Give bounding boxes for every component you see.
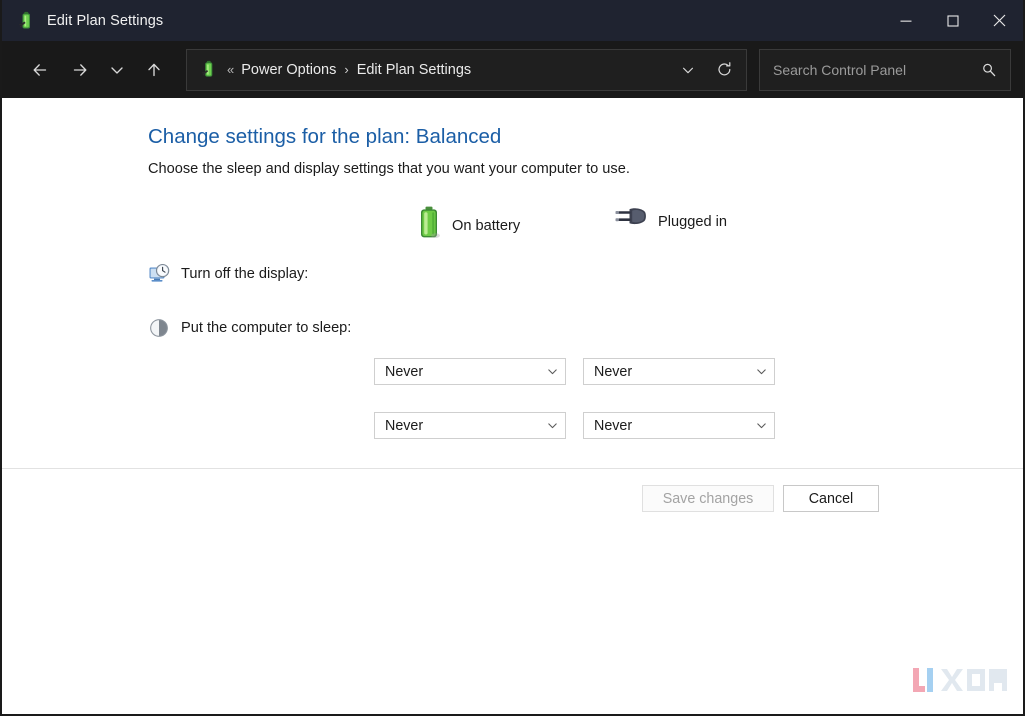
navigation-bar: « Power Options › Edit Plan Settings: [2, 41, 1023, 98]
search-input[interactable]: [773, 62, 974, 78]
turn-off-display-on-battery-dropdown[interactable]: Never: [374, 358, 566, 385]
battery-icon: [416, 206, 442, 245]
refresh-button[interactable]: [706, 51, 742, 89]
arrow-left-icon: [30, 60, 50, 80]
maximize-icon: [947, 15, 959, 27]
display-clock-icon: [148, 263, 170, 285]
breadcrumb-edit-plan-settings[interactable]: Edit Plan Settings: [357, 62, 471, 78]
column-header-label: Plugged in: [658, 214, 727, 230]
column-header-on-battery: On battery: [416, 206, 520, 245]
sleep-moon-icon: [148, 317, 170, 339]
setting-row-put-computer-to-sleep: Put the computer to sleep:: [148, 314, 351, 342]
breadcrumb-power-options[interactable]: Power Options: [241, 62, 336, 78]
footer-bar: Save changes Cancel: [2, 469, 1023, 714]
chevron-right-icon[interactable]: ›: [344, 62, 348, 77]
main-content: Change settings for the plan: Balanced C…: [2, 98, 1023, 468]
dropdown-value: Never: [594, 364, 755, 380]
turn-off-display-plugged-in-dropdown[interactable]: Never: [583, 358, 775, 385]
column-header-label: On battery: [452, 218, 520, 234]
address-bar[interactable]: « Power Options › Edit Plan Settings: [186, 49, 747, 91]
xda-watermark: [911, 660, 1011, 700]
power-plug-icon: [614, 206, 648, 237]
chevron-down-icon: [108, 61, 126, 79]
back-button[interactable]: [20, 50, 60, 90]
search-icon[interactable]: [974, 54, 1004, 86]
breadcrumb-overflow[interactable]: «: [227, 62, 234, 77]
chevron-down-icon: [546, 365, 559, 378]
dropdown-value: Never: [385, 418, 546, 434]
page-subtitle: Choose the sleep and display settings th…: [148, 161, 630, 177]
setting-row-label: Turn off the display:: [181, 266, 308, 282]
close-button[interactable]: [976, 0, 1023, 41]
cancel-button[interactable]: Cancel: [783, 485, 879, 512]
page-title: Change settings for the plan: Balanced: [148, 125, 501, 149]
title-bar: Edit Plan Settings: [2, 0, 1023, 41]
save-changes-button[interactable]: Save changes: [642, 485, 774, 512]
sleep-plugged-in-dropdown[interactable]: Never: [583, 412, 775, 439]
setting-row-turn-off-display: Turn off the display:: [148, 260, 308, 288]
window-controls: [882, 0, 1023, 41]
close-icon: [993, 14, 1006, 27]
up-level-button[interactable]: [134, 50, 174, 90]
setting-row-label: Put the computer to sleep:: [181, 320, 351, 336]
search-box[interactable]: [759, 49, 1011, 91]
title-bar-drag-region[interactable]: Edit Plan Settings: [2, 0, 882, 41]
recent-locations-button[interactable]: [100, 50, 134, 90]
arrow-up-icon: [144, 60, 164, 80]
chevron-down-icon: [755, 365, 768, 378]
sleep-on-battery-dropdown[interactable]: Never: [374, 412, 566, 439]
chevron-down-icon: [680, 62, 696, 78]
battery-plug-icon: [16, 11, 36, 31]
maximize-button[interactable]: [929, 0, 976, 41]
dropdown-value: Never: [385, 364, 546, 380]
previous-locations-button[interactable]: [670, 51, 706, 89]
dropdown-value: Never: [594, 418, 755, 434]
window-title: Edit Plan Settings: [47, 13, 163, 29]
arrow-right-icon: [70, 60, 90, 80]
column-header-plugged-in: Plugged in: [614, 206, 727, 237]
refresh-icon: [716, 61, 733, 78]
chevron-down-icon: [546, 419, 559, 432]
forward-button[interactable]: [60, 50, 100, 90]
edit-plan-settings-window: Edit Plan Settings: [0, 0, 1025, 716]
battery-plug-icon: [199, 60, 218, 79]
minimize-icon: [900, 15, 912, 27]
minimize-button[interactable]: [882, 0, 929, 41]
chevron-down-icon: [755, 419, 768, 432]
